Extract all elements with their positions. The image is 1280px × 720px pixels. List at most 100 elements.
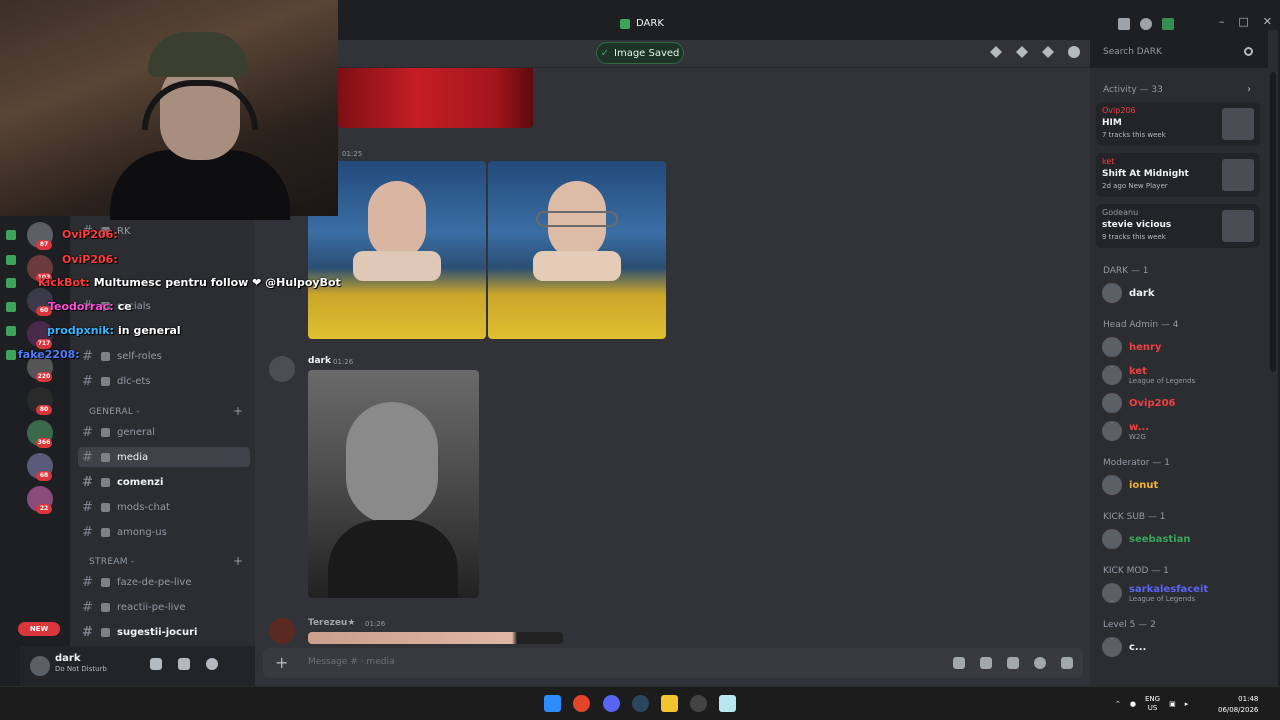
avatar xyxy=(1102,393,1122,413)
member-row[interactable]: seebastian xyxy=(1102,528,1190,550)
author-avatar[interactable] xyxy=(269,356,295,382)
add-channel-icon[interactable]: + xyxy=(233,554,243,568)
network-icon[interactable]: ▣ xyxy=(1169,700,1176,708)
channel-among-us[interactable]: # among-us xyxy=(78,522,250,542)
help-icon[interactable] xyxy=(1140,18,1152,30)
channel-name: among-us xyxy=(117,526,167,538)
gif-icon[interactable] xyxy=(980,657,992,669)
channel-faze-de-pe-live[interactable]: # faze-de-pe-live xyxy=(78,572,250,592)
scrollbar-thumb[interactable] xyxy=(1270,72,1276,372)
browser-icon[interactable] xyxy=(573,695,590,712)
member-row[interactable]: henry xyxy=(1102,336,1161,358)
volume-icon[interactable]: ▸ xyxy=(1185,700,1189,708)
message-author[interactable]: Terezeu★ xyxy=(308,618,355,628)
activity-card[interactable]: ket Shift At Midnight 2d ago New Player xyxy=(1096,153,1260,197)
channel-sugestii-jocuri[interactable]: # sugestii-jocuri xyxy=(78,622,250,642)
app-icon[interactable] xyxy=(719,695,736,712)
chevron-up-icon[interactable]: ⌃ xyxy=(1115,700,1121,708)
obs-icon[interactable] xyxy=(690,695,707,712)
member-row[interactable]: c... xyxy=(1102,636,1146,658)
member-info: Ovip206 xyxy=(1129,398,1175,409)
files-icon[interactable] xyxy=(661,695,678,712)
message-composer[interactable]: + Message # · media xyxy=(263,648,1083,678)
channel-emoji-icon xyxy=(101,351,110,361)
member-row[interactable]: w... W2G xyxy=(1102,420,1149,442)
channel-dlc-ets[interactable]: # dlc-ets xyxy=(78,371,250,391)
author-avatar[interactable] xyxy=(269,618,295,644)
activity-track: HIM xyxy=(1102,118,1122,128)
add-channel-icon[interactable]: + xyxy=(233,404,243,418)
hash-icon: # xyxy=(82,524,93,540)
message-image-red[interactable] xyxy=(338,68,533,128)
overlay-chat-line: OviP206: xyxy=(62,228,118,241)
channel-general[interactable]: # general xyxy=(78,422,250,442)
language-indicator[interactable]: ENG US xyxy=(1145,695,1160,713)
member-row[interactable]: Ovip206 xyxy=(1102,392,1175,414)
channel-emoji-icon xyxy=(101,502,110,512)
member-list-icon[interactable] xyxy=(1068,46,1080,58)
clock[interactable]: 01:48 06/08/2026 xyxy=(1218,694,1258,716)
avatar xyxy=(1102,283,1122,303)
channel-mods-chat[interactable]: # mods-chat xyxy=(78,497,250,517)
start-icon[interactable] xyxy=(544,695,561,712)
avatar[interactable] xyxy=(30,656,50,676)
member-row[interactable]: sarkalesfaceit League of Legends xyxy=(1102,582,1208,604)
close-icon[interactable]: ✕ xyxy=(1263,15,1272,28)
composer-tools xyxy=(953,657,1073,669)
threads-icon[interactable] xyxy=(990,46,1002,58)
avatar xyxy=(1102,421,1122,441)
channel-comenzi[interactable]: # comenzi xyxy=(78,472,250,492)
inbox-icon[interactable] xyxy=(1118,18,1130,30)
settings-icon[interactable] xyxy=(206,658,218,670)
message-author[interactable]: dark xyxy=(308,356,331,366)
member-name: dark xyxy=(1129,287,1155,299)
member-row[interactable]: ket League of Legends xyxy=(1102,364,1195,386)
member-row[interactable]: ionut xyxy=(1102,474,1158,496)
discord-icon[interactable] xyxy=(603,695,620,712)
member-group-title: Level 5 — 2 xyxy=(1103,620,1156,630)
microphone-icon[interactable] xyxy=(150,658,162,670)
activity-card[interactable]: Godeanu stevie vicious 9 tracks this week xyxy=(1096,204,1260,248)
scrollbar[interactable] xyxy=(1268,30,1278,686)
pin-icon[interactable] xyxy=(1042,46,1054,58)
category-general[interactable]: GENERAL - xyxy=(89,407,140,417)
maximize-icon[interactable]: □ xyxy=(1238,15,1248,28)
message-image-partial[interactable] xyxy=(308,632,563,644)
message-time: 01:26 xyxy=(333,358,354,366)
add-attachment-icon[interactable]: + xyxy=(275,653,288,672)
activity-title: Activity — 33 xyxy=(1103,85,1163,95)
new-badge[interactable]: NEW xyxy=(18,622,60,636)
member-group-title: Moderator — 1 xyxy=(1103,458,1170,468)
channel-name: self-roles xyxy=(117,350,162,362)
category-stream[interactable]: STREAM - xyxy=(89,557,135,567)
headphones-icon[interactable] xyxy=(178,658,190,670)
channel-self-roles[interactable]: # self-roles xyxy=(78,346,250,366)
sticker-icon[interactable] xyxy=(1007,657,1019,669)
member-activity: League of Legends xyxy=(1129,594,1196,603)
search-input[interactable]: Search DARK xyxy=(1097,43,1259,63)
channel-emoji-icon xyxy=(101,427,110,437)
channel-media[interactable]: # media xyxy=(78,447,250,467)
chat-badge-icon xyxy=(6,302,16,312)
minimize-icon[interactable]: – xyxy=(1219,15,1225,28)
overlay-chat-text: ce xyxy=(117,300,132,313)
channel-reactii-pe-live[interactable]: # reactii-pe-live xyxy=(78,597,250,617)
activity-card[interactable]: Ovip206 HIM 7 tracks this week xyxy=(1096,102,1260,146)
emoji-icon[interactable] xyxy=(1034,657,1046,669)
apps-icon[interactable] xyxy=(1061,657,1073,669)
message-image-bw[interactable] xyxy=(308,370,479,598)
message-image-portrait-2[interactable] xyxy=(488,161,666,339)
download-icon[interactable] xyxy=(1162,18,1174,30)
activity-track: stevie vicious xyxy=(1102,220,1172,230)
chevron-right-icon[interactable]: › xyxy=(1247,84,1251,95)
activity-user: Godeanu xyxy=(1102,208,1139,217)
mention-badge: 80 xyxy=(36,405,52,415)
notifications-icon[interactable] xyxy=(1016,46,1028,58)
member-info: sarkalesfaceit League of Legends xyxy=(1129,584,1208,603)
avatar xyxy=(1102,475,1122,495)
member-row[interactable]: dark xyxy=(1102,282,1155,304)
mention-badge: 22 xyxy=(36,504,52,514)
steam-icon[interactable] xyxy=(632,695,649,712)
microphone-tray-icon[interactable]: ● xyxy=(1130,700,1136,708)
gift-icon[interactable] xyxy=(953,657,965,669)
